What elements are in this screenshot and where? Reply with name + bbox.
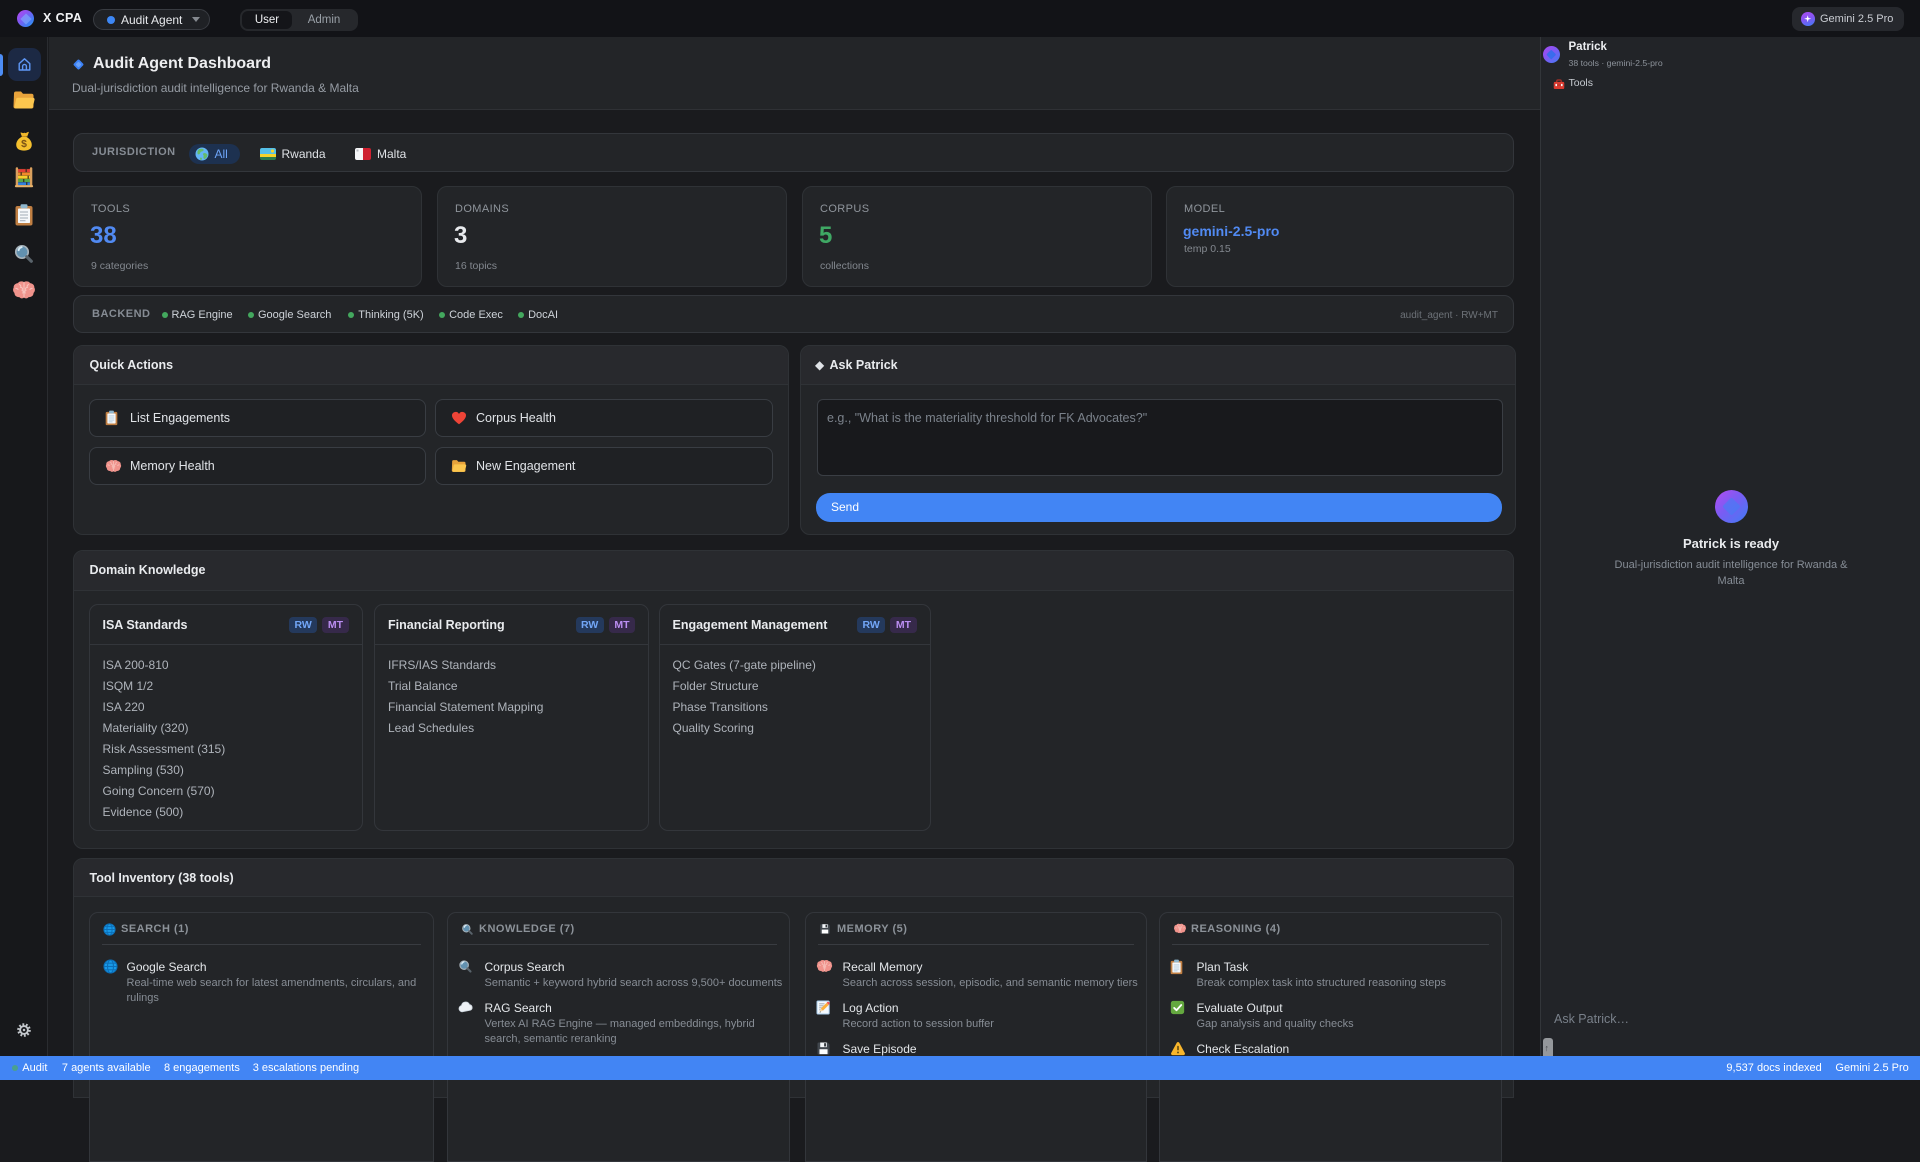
svg-text:$: $	[21, 139, 27, 150]
